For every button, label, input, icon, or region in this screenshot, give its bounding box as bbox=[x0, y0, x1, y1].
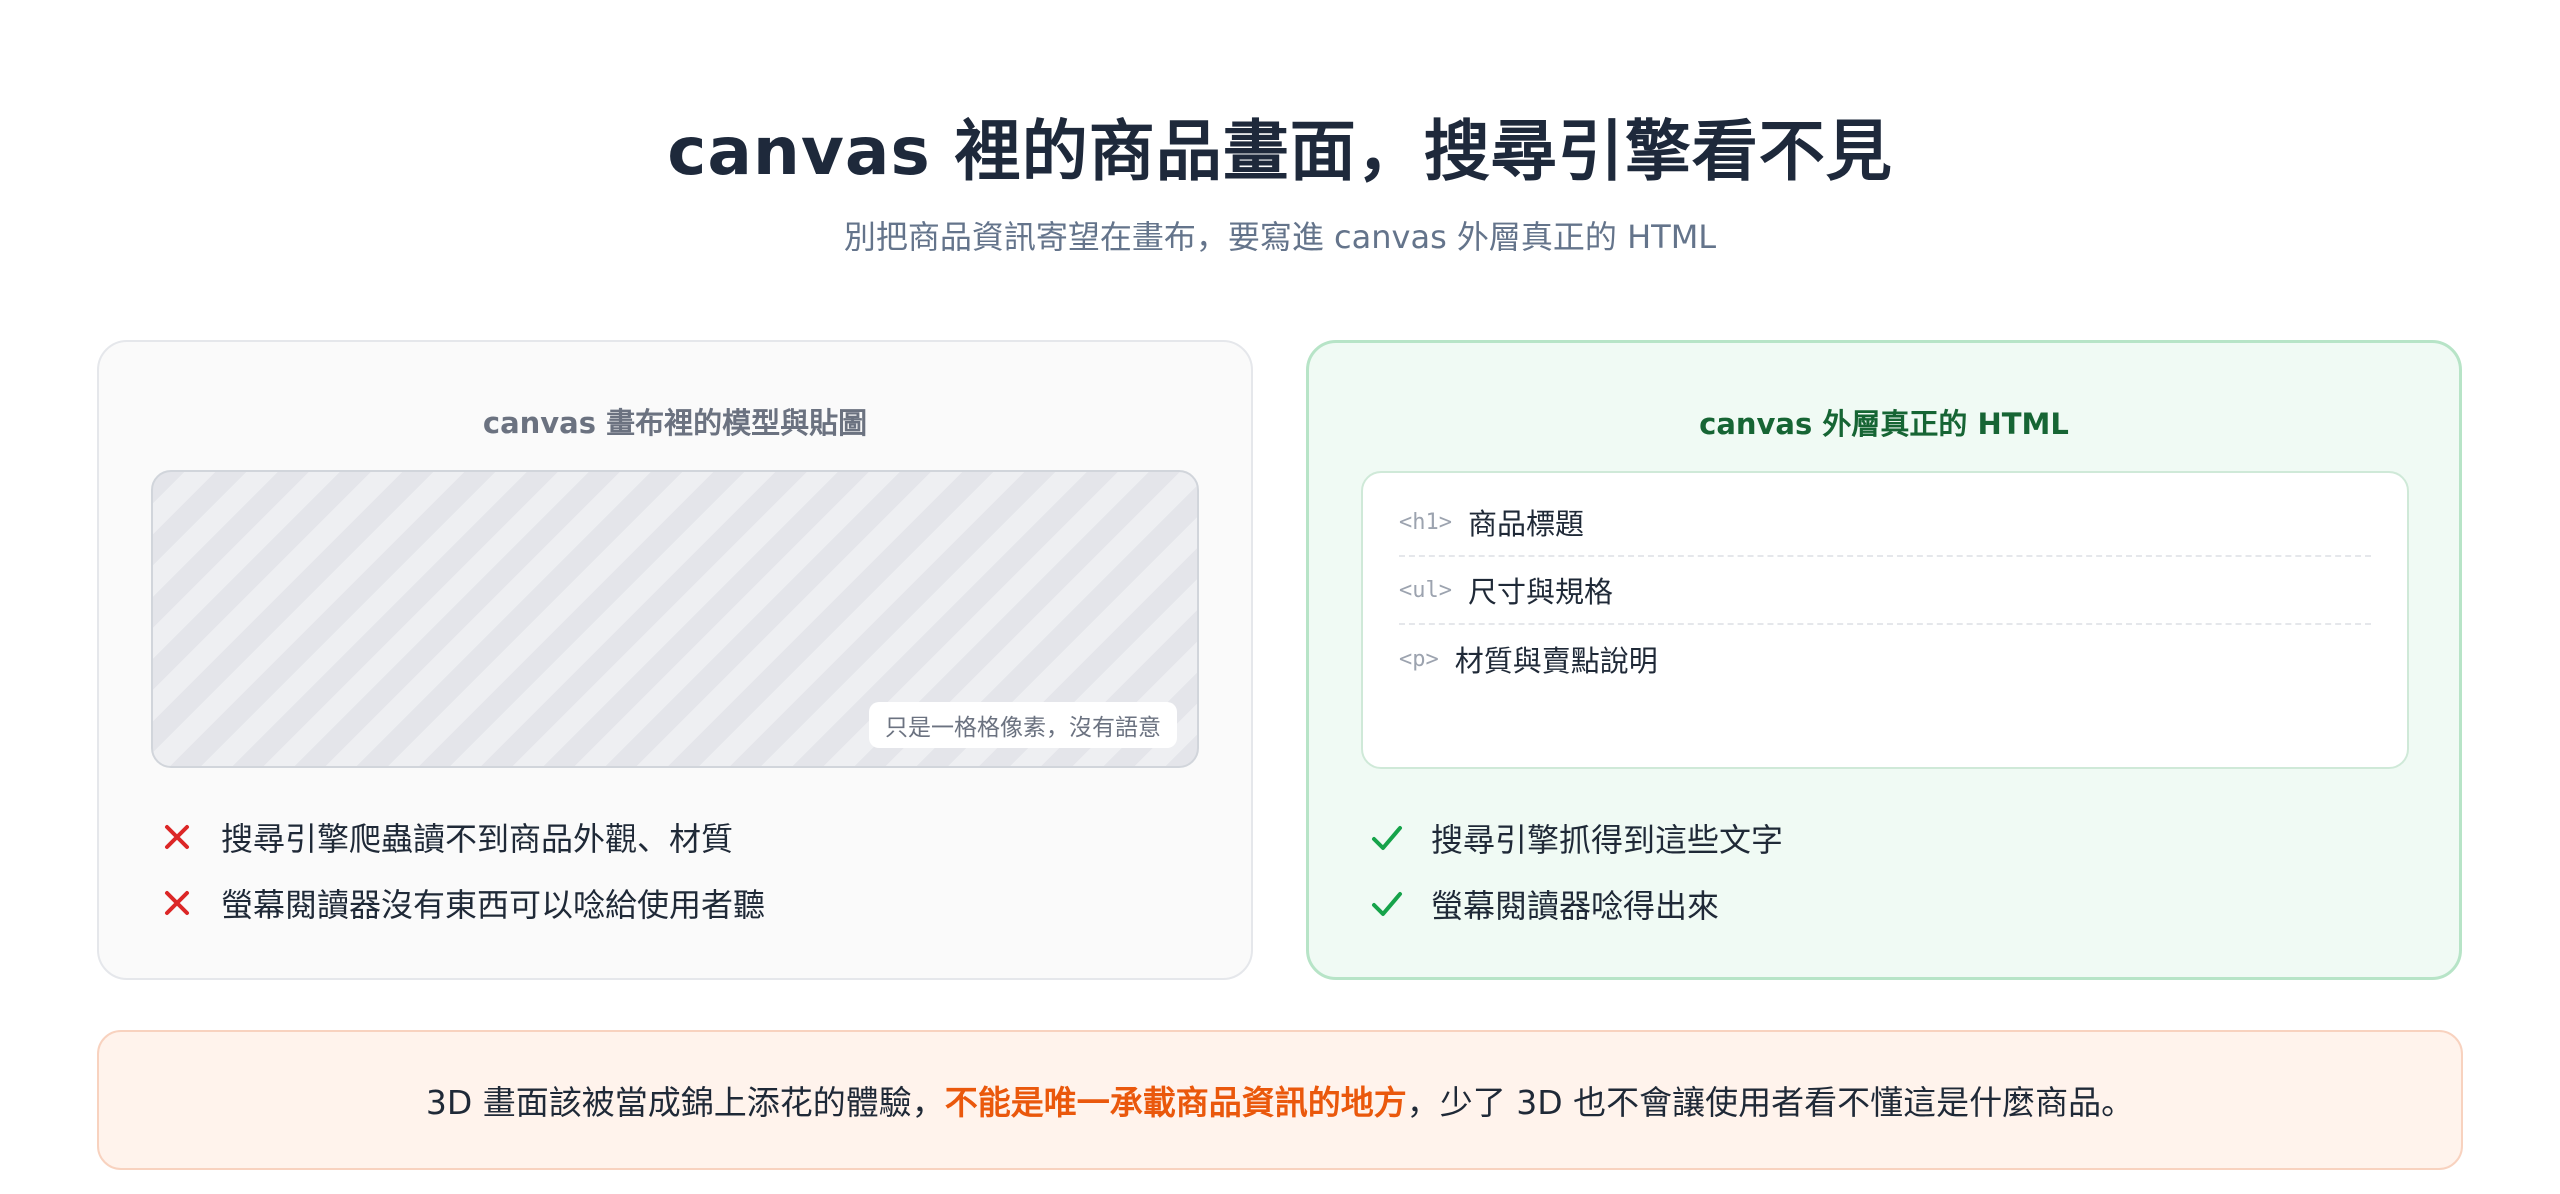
list-item-text: 搜尋引擎爬蟲讀不到商品外觀、材質 bbox=[221, 820, 734, 858]
check-icon bbox=[1367, 884, 1407, 924]
html-row-p: <p> 材質與賣點說明 bbox=[1399, 625, 2371, 693]
list-item: 搜尋引擎抓得到這些文字 bbox=[1367, 805, 1783, 871]
cross-icon bbox=[157, 883, 197, 923]
html-row-h1: <h1> 商品標題 bbox=[1399, 489, 2371, 557]
html-tag: <p> bbox=[1399, 646, 1439, 672]
list-item: 搜尋引擎爬蟲讀不到商品外觀、材質 bbox=[157, 804, 765, 870]
canvas-pixel-area: 只是一格格像素，沒有語意 bbox=[151, 470, 1199, 768]
page-title: canvas 裡的商品畫面，搜尋引擎看不見 bbox=[667, 113, 1893, 190]
html-row-ul: <ul> 尺寸與規格 bbox=[1399, 557, 2371, 625]
html-bullet-list: 搜尋引擎抓得到這些文字 螢幕閱讀器唸得出來 bbox=[1367, 805, 1783, 937]
summary-highlight: 不能是唯一承載商品資訊的地方 bbox=[944, 1083, 1407, 1122]
canvas-bullet-list: 搜尋引擎爬蟲讀不到商品外觀、材質 螢幕閱讀器沒有東西可以唸給使用者聽 bbox=[157, 804, 765, 936]
list-item: 螢幕閱讀器沒有東西可以唸給使用者聽 bbox=[157, 870, 765, 936]
canvas-note: 只是一格格像素，沒有語意 bbox=[869, 702, 1177, 748]
html-row-text: 材質與賣點說明 bbox=[1454, 644, 1658, 678]
list-item-text: 搜尋引擎抓得到這些文字 bbox=[1431, 821, 1784, 859]
summary-callout: 3D 畫面該被當成錦上添花的體驗， 不能是唯一承載商品資訊的地方 ，少了 3D 也不… bbox=[97, 1030, 2463, 1170]
cross-icon bbox=[157, 817, 197, 857]
canvas-panel: canvas 畫布裡的模型與貼圖 只是一格格像素，沒有語意 搜尋引擎爬蟲讀不到商… bbox=[97, 340, 1253, 980]
html-tag: <h1> bbox=[1399, 509, 1452, 535]
list-item-text: 螢幕閱讀器沒有東西可以唸給使用者聽 bbox=[221, 886, 766, 924]
html-panel-title: canvas 外層真正的 HTML bbox=[1699, 407, 2069, 441]
summary-text-before: 3D 畫面該被當成錦上添花的體驗， bbox=[425, 1083, 945, 1122]
canvas-panel-title: canvas 畫布裡的模型與貼圖 bbox=[482, 406, 868, 440]
list-item: 螢幕閱讀器唸得出來 bbox=[1367, 871, 1783, 937]
html-panel: canvas 外層真正的 HTML <h1> 商品標題 <ul> 尺寸與規格 <… bbox=[1306, 340, 2462, 980]
page: canvas 裡的商品畫面，搜尋引擎看不見 別把商品資訊寄望在畫布，要寫進 ca… bbox=[0, 0, 2560, 1194]
html-row-text: 商品標題 bbox=[1467, 507, 1584, 541]
summary-text-after: ，少了 3D 也不會讓使用者看不懂這是什麼商品。 bbox=[1406, 1083, 2135, 1122]
list-item-text: 螢幕閱讀器唸得出來 bbox=[1431, 887, 1720, 925]
html-row-text: 尺寸與規格 bbox=[1467, 575, 1613, 609]
check-icon bbox=[1367, 818, 1407, 858]
html-structure-box: <h1> 商品標題 <ul> 尺寸與規格 <p> 材質與賣點說明 bbox=[1361, 471, 2409, 769]
html-tag: <ul> bbox=[1399, 577, 1452, 603]
page-subtitle: 別把商品資訊寄望在畫布，要寫進 canvas 外層真正的 HTML bbox=[843, 218, 1717, 256]
